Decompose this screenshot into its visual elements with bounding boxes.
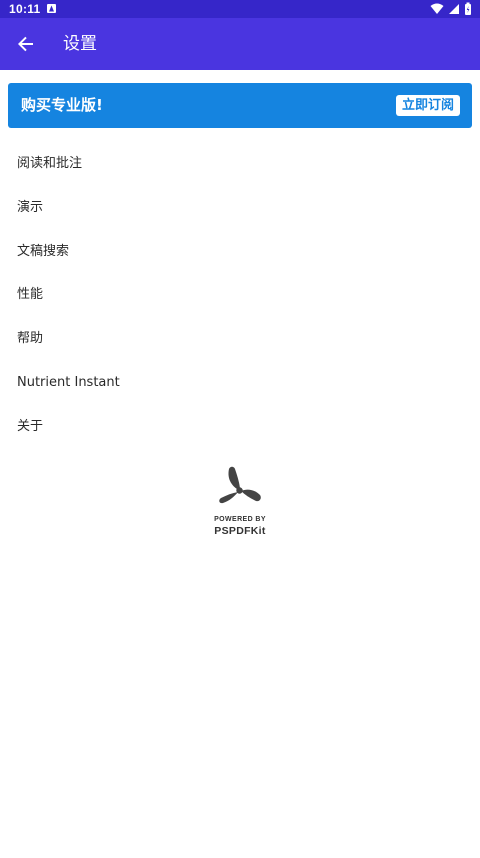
wifi-icon: [430, 3, 444, 14]
status-bar: 10:11: [0, 0, 480, 18]
settings-list: 阅读和批注 演示 文稿搜索 性能 帮助 Nutrient Instant 关于: [0, 142, 480, 449]
settings-item-document-search[interactable]: 文稿搜索: [0, 230, 480, 274]
app-bar: 设置: [0, 18, 480, 70]
status-time: 10:11: [9, 2, 41, 16]
page-title: 设置: [63, 34, 97, 54]
subscribe-now-button[interactable]: 立即订阅: [395, 95, 460, 116]
settings-item-nutrient-instant[interactable]: Nutrient Instant: [0, 361, 480, 405]
cell-signal-icon: [449, 4, 460, 14]
powered-by-footer: POWERED BY PSPDFKit: [200, 464, 280, 538]
pspdfkit-logo-icon: [217, 464, 263, 510]
arrow-back-icon[interactable]: [14, 32, 38, 56]
battery-icon: [465, 2, 471, 15]
android-notification-icon: [47, 4, 56, 13]
settings-item-reading-annotations[interactable]: 阅读和批注: [0, 142, 480, 186]
pspdfkit-brand: PSPDFKit: [214, 525, 266, 537]
settings-item-about[interactable]: 关于: [0, 405, 480, 449]
status-icons: [430, 2, 472, 16]
powered-by-label: POWERED BY: [214, 516, 266, 523]
settings-item-performance[interactable]: 性能: [0, 273, 480, 317]
upgrade-pro-banner[interactable]: 购买专业版! 立即订阅: [8, 83, 472, 128]
upgrade-pro-title: 购买专业版!: [21, 96, 103, 114]
settings-item-help[interactable]: 帮助: [0, 317, 480, 361]
settings-item-presentation[interactable]: 演示: [0, 186, 480, 230]
